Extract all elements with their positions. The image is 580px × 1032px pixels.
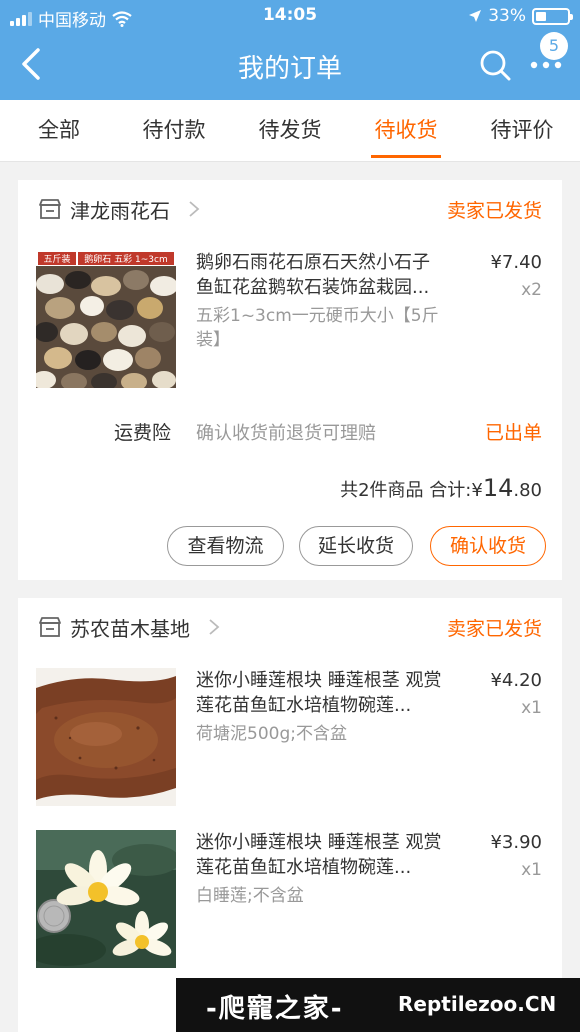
product-title: 迷你小睡莲根块 睡莲根茎 观赏莲花苗鱼缸水培植物碗莲...: [196, 832, 442, 878]
thumb-tag-spec: 鹅卵石 五彩 1~3cm: [84, 253, 167, 265]
shop-name: 苏农苗木基地: [70, 617, 190, 641]
total-integer: 14: [482, 474, 514, 502]
product-quantity: x1: [521, 698, 542, 718]
product-price: ¥3.90: [490, 832, 542, 853]
product-thumbnail-water-lily: [36, 830, 176, 968]
extend-receipt-button[interactable]: 延长收货: [299, 526, 413, 566]
insurance-label: 运费险: [114, 422, 172, 444]
order-item[interactable]: 迷你小睡莲根块 睡莲根茎 观赏莲花苗鱼缸水培植物碗莲... 白睡莲;不含盆 ¥3…: [18, 830, 562, 970]
product-spec: 白睡莲;不含盆: [196, 886, 304, 906]
product-quantity: x2: [521, 280, 542, 300]
chevron-right-icon: [209, 619, 220, 635]
order-status: 卖家已发货: [446, 200, 542, 222]
product-price: ¥7.40: [490, 252, 542, 273]
view-logistics-button[interactable]: 查看物流: [167, 526, 284, 566]
order-status-tabs: 全部 待付款 待发货 待收货 待评价: [0, 100, 580, 162]
shop-header[interactable]: 苏农苗木基地 卖家已发货: [18, 598, 562, 656]
confirm-receipt-button[interactable]: 确认收货: [430, 526, 546, 566]
app-header: 中国移动 14:05 33% 我的订单 5: [0, 0, 580, 100]
tab-all[interactable]: 全部: [4, 100, 114, 162]
total-decimal: .80: [513, 480, 542, 501]
tab-pending-review[interactable]: 待评价: [467, 100, 577, 162]
message-count-badge[interactable]: 5: [540, 32, 568, 60]
store-icon: [39, 199, 61, 219]
product-price: ¥4.20: [490, 670, 542, 691]
order-card: 苏农苗木基地 卖家已发货 迷你小睡莲根块 睡莲根茎 观赏莲花苗鱼缸水培植物碗莲.…: [18, 598, 562, 1032]
status-bar: 中国移动 14:05 33%: [0, 0, 580, 32]
order-total: 共2件商品 合计:¥14.80: [340, 474, 542, 502]
product-title: 迷你小睡莲根块 睡莲根茎 观赏莲花苗鱼缸水培植物碗莲...: [196, 670, 442, 716]
tab-pending-payment[interactable]: 待付款: [119, 100, 229, 162]
product-title: 鹅卵石雨花石原石天然小石子鱼缸花盆鹅软石装饰盆栽园...: [196, 252, 430, 298]
product-quantity: x1: [521, 860, 542, 880]
chevron-right-icon: [189, 201, 200, 217]
store-icon: [39, 617, 61, 637]
order-card: 津龙雨花石 卖家已发货 五斤装 鹅卵石 五彩 1~3cm 鹅卵石雨花石原石天然小…: [18, 180, 562, 580]
search-icon[interactable]: [478, 48, 512, 82]
order-item[interactable]: 五斤装 鹅卵石 五彩 1~3cm 鹅卵石雨花石原石天然小石子鱼缸花盆鹅软石装饰盆…: [18, 250, 562, 390]
product-thumbnail-pond-mud: [36, 668, 176, 806]
product-spec: 荷塘泥500g;不含盆: [196, 724, 347, 744]
shop-name: 津龙雨花石: [70, 199, 170, 223]
order-status: 卖家已发货: [446, 618, 542, 640]
insurance-description: 确认收货前退货可理赔: [196, 423, 376, 444]
site-watermark: -爬寵之家- Reptilezoo.CN: [176, 978, 580, 1032]
battery-icon: [532, 7, 573, 25]
insurance-status: 已出单: [484, 422, 542, 444]
watermark-chinese: -爬寵之家-: [206, 994, 344, 1024]
product-spec: 五彩1~3cm一元硬币大小【5斤装】: [196, 306, 439, 350]
shop-header[interactable]: 津龙雨花石 卖家已发货: [18, 180, 562, 238]
product-thumbnail-pebbles: 五斤装 鹅卵石 五彩 1~3cm: [36, 250, 176, 388]
total-count-text: 共2件商品 合计:: [340, 480, 472, 501]
tab-pending-receipt[interactable]: 待收货: [351, 100, 461, 162]
thumb-tag-weight: 五斤装: [43, 253, 70, 265]
freight-insurance-row: 运费险 确认收货前退货可理赔 已出单: [18, 412, 562, 452]
battery-percent: 33%: [488, 6, 526, 26]
total-currency: ¥: [471, 480, 483, 501]
location-arrow-icon: [469, 10, 482, 22]
order-item[interactable]: 迷你小睡莲根块 睡莲根茎 观赏莲花苗鱼缸水培植物碗莲... 荷塘泥500g;不含…: [18, 668, 562, 808]
watermark-domain: Reptilezoo.CN: [398, 992, 557, 1016]
tab-pending-shipment[interactable]: 待发货: [235, 100, 345, 162]
